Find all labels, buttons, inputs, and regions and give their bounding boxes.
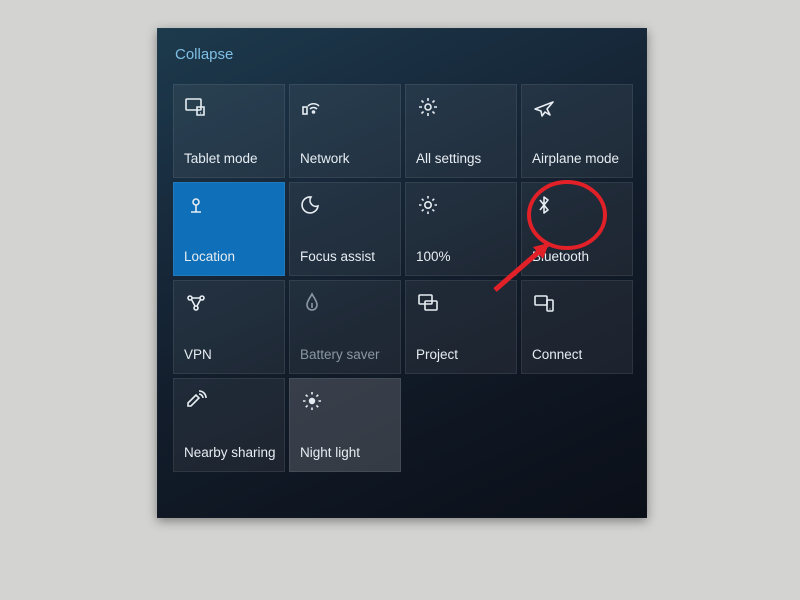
tile-focus-assist[interactable]: Focus assist [289,182,401,276]
settings-icon [416,95,440,119]
tile-all-settings[interactable]: All settings [405,84,517,178]
tile-label: Network [300,152,394,167]
project-icon [416,291,440,315]
tile-label: 100% [416,250,510,265]
tile-label: Battery saver [300,348,394,363]
tile-label: Connect [532,348,626,363]
tile-nearby-sharing[interactable]: Nearby sharing [173,378,285,472]
tile-tablet-mode[interactable]: Tablet mode [173,84,285,178]
tile-vpn[interactable]: VPN [173,280,285,374]
collapse-link[interactable]: Collapse [175,46,233,63]
brightness-icon [416,193,440,217]
stage: Collapse Tablet mode Network All setting… [0,0,800,600]
tile-airplane-mode[interactable]: Airplane mode [521,84,633,178]
tile-connect[interactable]: Connect [521,280,633,374]
tile-label: Focus assist [300,250,394,265]
tile-location[interactable]: Location [173,182,285,276]
location-icon [184,193,208,217]
tile-project[interactable]: Project [405,280,517,374]
tile-label: Night light [300,446,394,461]
tile-network[interactable]: Network [289,84,401,178]
tile-label: Project [416,348,510,363]
airplane-icon [532,95,556,119]
tile-label: Nearby sharing [184,446,278,461]
action-center-panel: Collapse Tablet mode Network All setting… [157,28,647,518]
tile-label: VPN [184,348,278,363]
bluetooth-icon [532,193,556,217]
vpn-icon [184,291,208,315]
tile-brightness[interactable]: 100% [405,182,517,276]
connect-icon [532,291,556,315]
tablet-mode-icon [184,95,208,119]
tile-label: Tablet mode [184,152,278,167]
tile-night-light[interactable]: Night light [289,378,401,472]
tile-bluetooth[interactable]: Bluetooth [521,182,633,276]
focus-assist-icon [300,193,324,217]
battery-saver-icon [300,291,324,315]
tile-label: Location [184,250,278,265]
network-icon [300,95,324,119]
night-light-icon [300,389,324,413]
tile-label: Bluetooth [532,250,626,265]
tile-label: Airplane mode [532,152,626,167]
nearby-sharing-icon [184,389,208,413]
tile-label: All settings [416,152,510,167]
tile-battery-saver[interactable]: Battery saver [289,280,401,374]
quick-action-grid: Tablet mode Network All settings Airplan… [173,84,633,472]
